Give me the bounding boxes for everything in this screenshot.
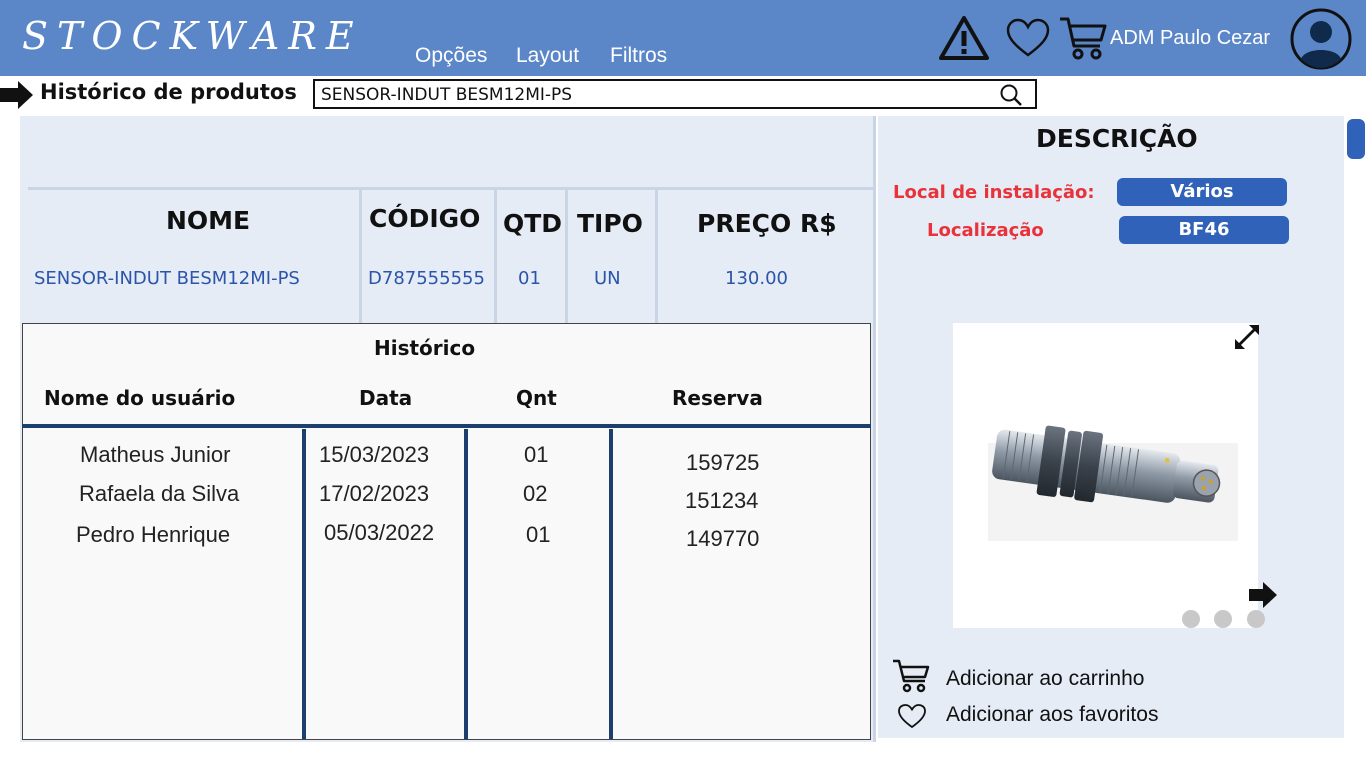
warning-icon[interactable] [938, 14, 990, 62]
product-codigo: D787555555 [368, 268, 485, 289]
user-name[interactable]: ADM Paulo Cezar [1110, 27, 1270, 50]
product-image[interactable] [985, 413, 1240, 543]
product-preco: 130.00 [725, 268, 788, 289]
arrow-right-icon [0, 81, 33, 109]
description-title: DESCRIÇÃO [1036, 124, 1198, 153]
nav-filtros[interactable]: Filtros [610, 44, 667, 68]
history-qnt: 01 [524, 442, 549, 467]
history-header-data: Data [359, 386, 413, 410]
scrollbar-thumb[interactable] [1347, 119, 1365, 159]
history-reserva: 159725 [686, 450, 760, 475]
column-header-codigo: CÓDIGO [369, 204, 481, 233]
product-nome: SENSOR-INDUT BESM12MI-PS [34, 268, 300, 289]
column-header-tipo: TIPO [577, 209, 643, 238]
history-qnt: 01 [526, 522, 551, 547]
top-header: STOCKWARE Opções Layout Filtros ADM Paul… [0, 0, 1366, 76]
nav-opcoes[interactable]: Opções [415, 44, 487, 68]
carousel-dot[interactable] [1182, 610, 1200, 628]
table-divider [28, 187, 875, 190]
history-reserva: 151234 [685, 488, 759, 513]
heart-icon[interactable] [1005, 18, 1051, 58]
carousel-dot[interactable] [1214, 610, 1232, 628]
product-image-frame [953, 323, 1277, 628]
search-icon[interactable] [999, 83, 1023, 107]
history-column-divider [609, 429, 613, 739]
column-header-preco: PREÇO R$ [697, 209, 837, 238]
history-column-divider [302, 429, 306, 739]
install-location-label: Local de instalação: [893, 182, 1095, 203]
history-header-divider [22, 424, 871, 428]
location-label: Localização [927, 220, 1044, 241]
history-usuario: Rafaela da Silva [79, 481, 240, 506]
cart-icon[interactable] [1058, 14, 1108, 62]
column-header-nome: NOME [166, 206, 251, 235]
search-bar[interactable] [313, 79, 1037, 109]
cart-add-icon[interactable] [891, 657, 931, 693]
product-tipo: UN [594, 268, 621, 289]
location-value[interactable]: BF46 [1119, 216, 1289, 244]
add-to-favorites-button[interactable]: Adicionar aos favoritos [946, 703, 1158, 727]
history-header-qnt: Qnt [516, 386, 557, 410]
history-data: 17/02/2023 [319, 481, 430, 506]
history-usuario: Matheus Junior [80, 442, 231, 467]
history-column-divider [464, 429, 468, 739]
page-title: Histórico de produtos [40, 80, 297, 104]
history-qnt: 02 [523, 481, 548, 506]
next-image-icon[interactable] [1249, 581, 1279, 609]
user-avatar-icon[interactable] [1289, 7, 1353, 71]
search-input[interactable] [321, 84, 981, 106]
history-title: Histórico [374, 336, 476, 360]
history-header-reserva: Reserva [672, 386, 763, 410]
heart-add-icon[interactable] [897, 703, 927, 729]
history-header-usuario: Nome do usuário [44, 386, 236, 410]
history-data: 05/03/2022 [324, 520, 435, 545]
expand-icon[interactable] [1233, 323, 1263, 351]
carousel-dot[interactable] [1247, 610, 1265, 628]
brand-logo: STOCKWARE [22, 14, 363, 58]
product-qtd: 01 [518, 268, 541, 289]
column-header-qtd: QTD [503, 209, 563, 238]
add-to-cart-button[interactable]: Adicionar ao carrinho [946, 667, 1144, 691]
panel-divider [873, 116, 876, 742]
install-location-value[interactable]: Vários [1117, 178, 1287, 206]
history-usuario: Pedro Henrique [76, 522, 231, 547]
history-data: 15/03/2023 [319, 442, 430, 467]
history-reserva: 149770 [686, 526, 760, 551]
nav-layout[interactable]: Layout [516, 44, 579, 68]
